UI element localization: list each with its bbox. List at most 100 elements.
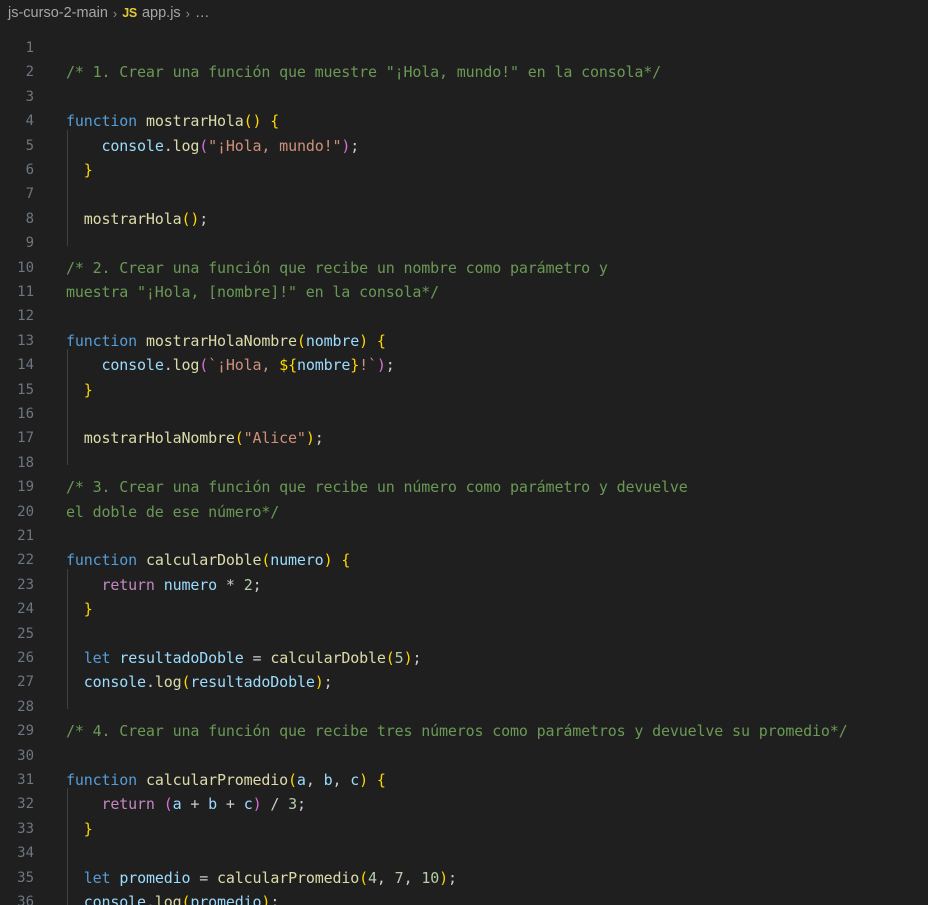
code-token: ) (305, 429, 315, 448)
code-line[interactable]: 13 function mostrarHolaNombre(nombre) { (0, 329, 928, 353)
code-token: + (181, 795, 209, 814)
code-line[interactable]: 28 (0, 695, 928, 719)
code-line[interactable]: 31 function calcularPromedio(a, b, c) { (0, 768, 928, 792)
line-content: /* 3. Crear una función que recibe un nú… (66, 475, 688, 499)
code-token: { (341, 551, 351, 570)
code-line[interactable]: 6 } (0, 158, 928, 182)
code-line[interactable]: 27 console.log(resultadoDoble); (0, 670, 928, 694)
code-editor[interactable]: 1 2/* 1. Crear una función que muestre "¡… (0, 26, 928, 905)
code-token: / (270, 795, 280, 814)
code-token: return (101, 795, 155, 814)
code-token: ( (199, 136, 209, 155)
code-line[interactable]: 25 (0, 622, 928, 646)
line-content: console.log("¡Hola, mundo!"); (66, 134, 360, 158)
code-line[interactable]: 15 } (0, 378, 928, 402)
line-number: 36 (17, 894, 34, 905)
code-line[interactable]: 35 let promedio = calcularPromedio(4, 7,… (0, 866, 928, 890)
code-line[interactable]: 32 return (a + b + c) / 3; (0, 792, 928, 816)
code-token: promedio (119, 868, 191, 887)
code-line[interactable]: 23 return numero * 2; (0, 573, 928, 597)
code-token: console (101, 356, 164, 375)
code-line[interactable]: 36 console.log(promedio); (0, 890, 928, 905)
code-line[interactable]: 10 /* 2. Crear una función que recibe un … (0, 256, 928, 280)
code-line[interactable]: 4 function mostrarHola() { (0, 109, 928, 133)
code-token: 2 (243, 575, 253, 594)
code-line[interactable]: 18 (0, 451, 928, 475)
code-line[interactable]: 5 console.log("¡Hola, mundo!"); (0, 134, 928, 158)
code-token: } (83, 161, 93, 179)
code-line[interactable]: 11 muestra "¡Hola, [nombre]!" en la conso… (0, 280, 928, 304)
code-line[interactable]: 22 function calcularDoble(numero) { (0, 548, 928, 572)
line-number: 17 (17, 430, 34, 447)
line-number: 16 (17, 406, 34, 422)
line-number: 6 (25, 162, 34, 178)
breadcrumb-file[interactable]: app.js (142, 5, 181, 21)
code-line[interactable]: 20 el doble de ese número*/ (0, 500, 928, 524)
breadcrumb-folder[interactable]: js-curso-2-main (8, 5, 108, 21)
code-line[interactable]: 2 /* 1. Crear una función que muestre "¡H… (0, 60, 928, 84)
line-number: 32 (17, 796, 34, 813)
code-line[interactable]: 1 (0, 36, 928, 60)
code-line[interactable]: 17 mostrarHolaNombre("Alice"); (0, 426, 928, 450)
line-number: 15 (17, 381, 34, 398)
line-content: mostrarHolaNombre("Alice"); (66, 426, 324, 450)
line-number: 10 (17, 259, 34, 276)
line-number: 12 (17, 308, 34, 325)
code-token: ( (385, 649, 395, 667)
code-line[interactable]: 26 let resultadoDoble = calcularDoble(5)… (0, 646, 928, 670)
code-line[interactable]: 24 } (0, 597, 928, 621)
code-token: numero (163, 575, 218, 594)
code-token: `¡Hola, (208, 356, 280, 375)
code-token: { (376, 771, 386, 789)
code-token: ( (234, 429, 244, 448)
code-token: } (83, 600, 93, 619)
code-line[interactable]: 30 (0, 744, 928, 768)
line-number: 30 (17, 747, 34, 764)
line-content: /* 1. Crear una función que muestre "¡Ho… (66, 60, 661, 84)
code-token: } (83, 380, 93, 399)
code-line[interactable]: 9 (0, 231, 928, 255)
code-line[interactable]: 3 (0, 85, 928, 109)
javascript-file-icon: JS (122, 6, 137, 20)
code-token: let (83, 649, 111, 667)
code-line[interactable]: 14 console.log(`¡Hola, ${nombre}!`); (0, 353, 928, 377)
code-token: a (172, 795, 182, 814)
code-line[interactable]: 19 /* 3. Crear una función que recibe un … (0, 475, 928, 499)
code-line[interactable]: 8 mostrarHola(); (0, 207, 928, 231)
code-token: ) (261, 893, 271, 905)
code-token: calcularPromedio (145, 771, 289, 789)
code-token: 4 (368, 868, 377, 887)
code-token: function (66, 771, 146, 789)
code-line[interactable]: 34 (0, 841, 928, 865)
line-number: 35 (17, 869, 34, 886)
code-token: = (199, 868, 209, 887)
breadcrumb: js-curso-2-main › JS app.js › … (0, 0, 928, 26)
code-line[interactable]: 12 (0, 304, 928, 328)
code-line[interactable]: 29 /* 4. Crear una función que recibe tre… (0, 719, 928, 743)
code-token: /* 4. Crear una función que recibe tres … (66, 722, 848, 741)
code-token: ) (359, 771, 369, 789)
code-line[interactable]: 33 } (0, 817, 928, 841)
code-line[interactable]: 7 (0, 182, 928, 206)
code-line[interactable]: 16 (0, 402, 928, 426)
line-number: 18 (17, 454, 34, 471)
line-number: 1 (25, 40, 34, 56)
breadcrumb-symbol-ellipsis[interactable]: … (195, 5, 210, 21)
code-line[interactable]: 21 (0, 524, 928, 548)
code-token: ( (163, 795, 173, 814)
line-content: /* 2. Crear una función que recibe un no… (66, 256, 608, 280)
code-token: nombre (305, 331, 360, 350)
line-content: console.log(`¡Hola, ${nombre}!`); (66, 353, 395, 377)
code-token: ${ (279, 356, 297, 375)
